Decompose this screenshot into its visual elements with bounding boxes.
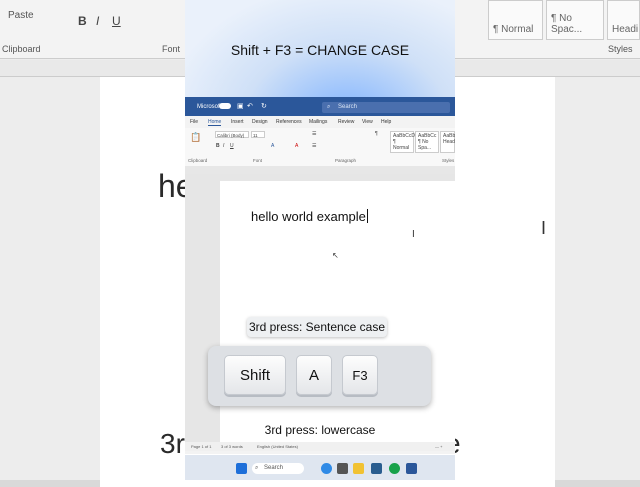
background-style-heading: Headi [607,0,640,40]
store-icon[interactable] [371,463,382,474]
word-title-bar: Microsoft ▣ ↶ ↻ ⌕ Search [185,99,455,116]
style-heading[interactable]: AaBbC Headi [440,131,455,153]
group-font-label: Font [253,158,263,163]
background-font-label: Font [162,44,181,54]
tab-design[interactable]: Design [252,119,268,125]
style-heading-name: Headi [443,139,455,145]
underline-button[interactable]: U [230,143,234,149]
ribbon-home: 📋 Calibri (Body) 11 B I U A A ☰ ☰ ¶ AaBb… [185,128,455,167]
ibeam-cursor: I [412,229,415,240]
font-name-select[interactable]: Calibri (Body) [215,131,249,138]
app-name: Microsoft [197,104,222,110]
word-taskbar-icon[interactable] [406,463,417,474]
key-combo-panel: Shift A F3 [208,346,431,406]
bold-button[interactable]: B [216,143,220,149]
edge-icon[interactable] [389,463,400,474]
font-color-icon[interactable]: A [295,143,298,149]
text-caret [366,209,368,223]
caption-text: 3rd press: lowercase [264,423,376,437]
tab-help[interactable]: Help [381,119,391,125]
background-style-normal-label: ¶ Normal [493,24,534,35]
ruler [185,166,455,174]
shift-key: Shift [224,355,286,395]
style-no-spacing-name: ¶ No Spa... [418,139,432,151]
start-icon[interactable] [236,463,247,474]
tab-mailings[interactable]: Mailings [309,119,327,125]
background-styles-label: Styles [608,44,633,54]
taskbar-search[interactable]: ⌕ Search [252,463,304,474]
document-text-content: hello world example [251,209,366,224]
document-text[interactable]: hello world example [251,209,368,224]
search-icon: ⌕ [327,104,331,110]
mouse-pointer-icon: ↖ [332,251,339,260]
italic-button[interactable]: I [223,143,224,149]
status-page: Page 1 of 1 [191,444,212,449]
paste-icon[interactable]: 📋 [190,132,201,143]
background-style-nospacing: ¶ No Spac... [546,0,604,40]
align-left-icon[interactable]: ☰ [312,143,316,149]
status-words: 3 of 3 words [221,444,243,449]
file-explorer-icon[interactable] [353,463,364,474]
task-view-icon[interactable] [337,463,348,474]
background-ibeam-cursor: I [541,218,547,238]
copilot-icon[interactable] [321,463,332,474]
tab-view[interactable]: View [362,119,373,125]
ribbon-tabs: File Home Insert Design References Maili… [185,116,455,128]
background-paste-label: Paste [8,10,34,21]
background-clipboard-label: Clipboard [2,44,41,54]
background-style-nospacing-label: ¶ No Spac... [551,13,583,35]
tab-references[interactable]: References [276,119,302,125]
f3-key: F3 [342,355,378,395]
search-box[interactable]: ⌕ Search [322,102,450,113]
style-normal-name: ¶ Normal [393,139,410,151]
zoom-slider[interactable]: — + [435,444,442,449]
taskbar: ⌕ Search [185,455,455,480]
taskbar-search-label: Search [264,465,284,471]
style-normal[interactable]: AaBbCcDc ¶ Normal [390,131,417,153]
tab-file[interactable]: File [190,119,198,125]
highlight-icon[interactable]: A [271,143,274,149]
status-bar: Page 1 of 1 3 of 3 words English (United… [185,442,455,451]
undo-icon[interactable]: ↶ [247,102,253,110]
background-style-normal: ¶ Normal [488,0,543,40]
status-language: English (United States) [257,444,298,449]
background-style-heading-label: Headi [612,24,639,35]
video-title: Shift + F3 = CHANGE CASE [230,42,410,58]
tab-insert[interactable]: Insert [231,119,244,125]
redo-icon[interactable]: ↻ [261,102,267,110]
case-tooltip: 3rd press: Sentence case [247,317,387,337]
background-bold-icon: B [78,14,87,28]
group-paragraph-label: Paragraph [335,158,357,163]
taskbar-search-icon: ⌕ [255,465,259,471]
group-clipboard-label: Clipboard [188,158,208,163]
autosave-toggle[interactable] [219,103,231,109]
pilcrow-icon[interactable]: ¶ [375,131,378,137]
bullets-icon[interactable]: ☰ [312,131,316,137]
background-italic-icon: I [96,14,100,28]
tab-review[interactable]: Review [338,119,354,125]
save-icon[interactable]: ▣ [237,102,244,110]
tab-home[interactable]: Home [208,119,222,126]
video-frame: Shift + F3 = CHANGE CASE Microsoft ▣ ↶ ↻… [185,0,455,480]
font-size-select[interactable]: 11 [251,131,265,138]
style-no-spacing[interactable]: AaBbCc ¶ No Spa... [415,131,439,153]
search-placeholder: Search [338,104,358,110]
background-underline-icon: U [112,14,121,28]
a-key: A [296,355,332,395]
group-styles-label: Styles [442,158,455,163]
